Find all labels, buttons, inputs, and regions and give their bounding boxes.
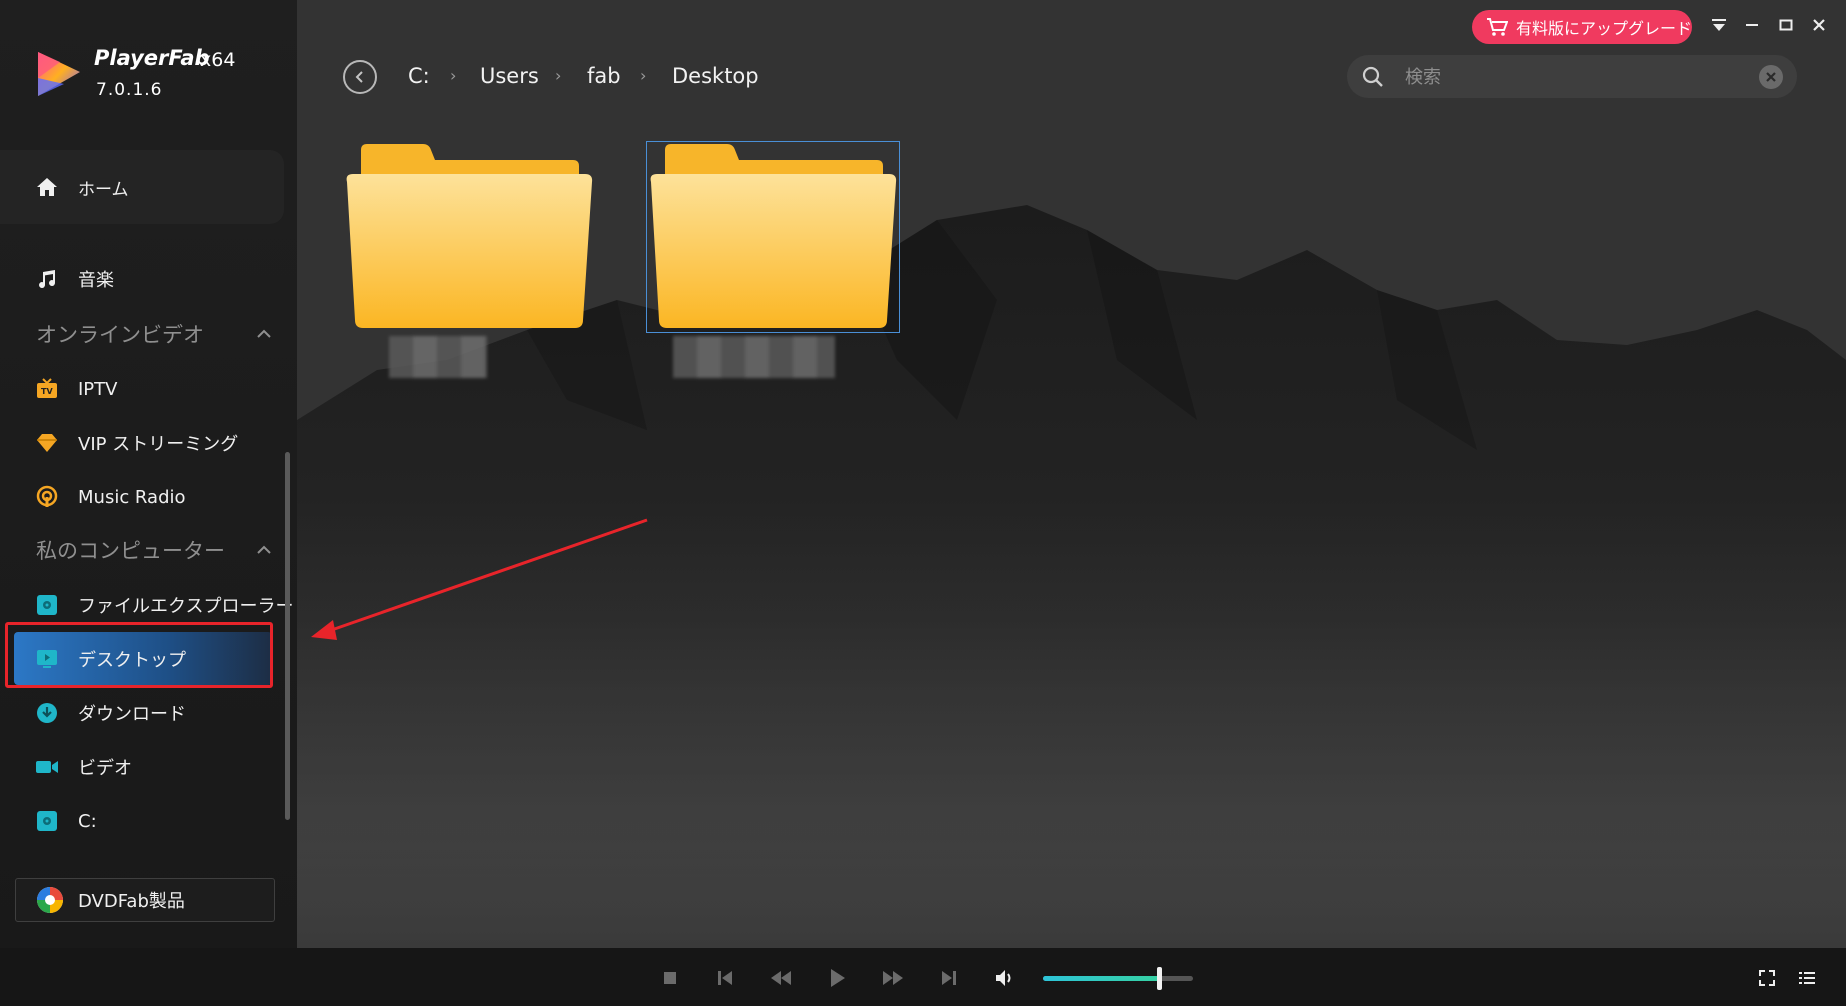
previous-button[interactable] [711,964,739,992]
annotation-highlight-box [5,622,273,688]
chevron-up-icon[interactable] [256,326,272,342]
radio-icon [34,484,60,510]
sidebar-item-video[interactable]: ビデオ [34,752,132,782]
skip-previous-icon [718,971,732,985]
video-camera-icon [34,754,60,780]
play-icon [831,969,845,987]
rewind-button[interactable] [767,964,795,992]
sidebar-item-label: ビデオ [78,758,132,779]
fullscreen-icon [1759,970,1775,986]
app-arch: x64 [200,49,236,71]
volume-icon [996,970,1011,986]
app-name: PlayerFab [94,46,210,70]
sidebar-item-label: C: [78,810,97,832]
download-icon [34,700,60,726]
folder-icon [650,144,897,328]
section-header-my-computer[interactable]: 私のコンピューター [36,535,272,565]
rewind-icon [771,971,791,985]
svg-text:TV: TV [41,387,53,396]
mute-button[interactable] [991,964,1019,992]
menu-dropdown-button[interactable] [1708,14,1730,36]
breadcrumb-separator-icon: › [450,66,457,85]
sidebar-item-vip-streaming[interactable]: VIP ストリーミング [34,428,238,458]
stop-button[interactable] [656,964,684,992]
sidebar-item-music[interactable]: 音楽 [34,264,114,294]
folder-name-label [389,336,487,378]
sidebar-item-label: 音楽 [78,270,114,291]
breadcrumb-separator-icon: › [555,66,562,85]
sidebar: PlayerFab x64 7.0.1.6 ホーム 音楽 オンラインビデオ TV… [0,0,297,948]
maximize-icon [1779,19,1793,31]
minimize-button[interactable] [1741,14,1763,36]
section-header-label: オンラインビデオ [36,323,204,347]
menu-dropdown-icon [1712,19,1726,31]
next-button[interactable] [935,964,963,992]
disk-icon [34,808,60,834]
sidebar-item-home[interactable]: ホーム [34,172,129,202]
playerfab-logo-icon [38,52,80,96]
breadcrumb-item[interactable]: fab [587,64,621,88]
volume-slider-fill [1043,976,1159,981]
sidebar-item-label: VIP ストリーミング [78,434,239,455]
sidebar-scrollbar[interactable] [285,452,290,820]
dvdfab-products-label: DVDFab製品 [78,891,185,912]
sidebar-item-label: Music Radio [78,486,186,508]
stop-icon [664,972,676,984]
skip-next-icon [942,971,956,985]
breadcrumb-item[interactable]: Users [480,64,539,88]
file-browser-pane: C: › Users › fab › Desktop 有料版にアップグレード [297,0,1846,948]
upgrade-button[interactable]: 有料版にアップグレード [1472,10,1692,44]
dvdfab-products-button[interactable]: DVDFab製品 [15,878,275,922]
sidebar-item-file-explorer[interactable]: ファイルエクスプローラー [34,590,293,620]
section-header-label: 私のコンピューター [36,539,225,563]
close-icon [1766,72,1776,82]
volume-slider-thumb[interactable] [1156,967,1162,990]
close-icon [1813,19,1825,31]
close-button[interactable] [1808,14,1830,36]
back-button[interactable] [343,60,377,94]
folder-item[interactable] [343,142,595,332]
music-note-icon [34,266,60,292]
breadcrumb-item[interactable]: C: [408,64,430,88]
home-icon [34,174,60,200]
section-header-online-video[interactable]: オンラインビデオ [36,319,272,349]
chevron-up-icon[interactable] [256,542,272,558]
disk-icon [34,592,60,618]
diamond-icon [34,430,60,456]
upgrade-label: 有料版にアップグレード [1515,19,1692,38]
fast-forward-icon [883,971,903,985]
sidebar-item-drive-c[interactable]: C: [34,806,97,836]
search-box [1347,55,1797,98]
breadcrumb-item[interactable]: Desktop [672,64,759,88]
maximize-button[interactable] [1775,14,1797,36]
tv-icon: TV [34,376,60,402]
minimize-icon [1746,24,1758,26]
sidebar-item-iptv[interactable]: TV IPTV [34,374,117,404]
folder-icon [346,144,593,328]
volume-slider[interactable] [1043,967,1193,990]
sidebar-item-label: IPTV [78,378,118,400]
playlist-button[interactable] [1793,964,1821,992]
search-input[interactable] [1403,63,1727,91]
chevron-left-icon [355,71,363,83]
cart-icon [1486,18,1508,36]
sidebar-item-label: ファイルエクスプローラー [78,596,294,617]
folder-name-label [673,336,835,378]
fullscreen-button[interactable] [1753,964,1781,992]
dvdfab-logo-icon [37,887,63,913]
search-icon [1362,66,1383,87]
sidebar-item-label: ホーム [78,179,129,200]
app-version: 7.0.1.6 [96,80,163,100]
sidebar-item-label: ダウンロード [78,704,186,725]
sidebar-item-downloads[interactable]: ダウンロード [34,698,186,728]
play-button[interactable] [823,964,851,992]
playlist-icon [1799,972,1815,984]
player-controls-bar [0,948,1846,1006]
folder-item-selected[interactable] [646,141,900,333]
sidebar-item-music-radio[interactable]: Music Radio [34,482,186,512]
fast-forward-button[interactable] [879,964,907,992]
clear-search-button[interactable] [1759,65,1783,89]
breadcrumb-separator-icon: › [640,66,647,85]
